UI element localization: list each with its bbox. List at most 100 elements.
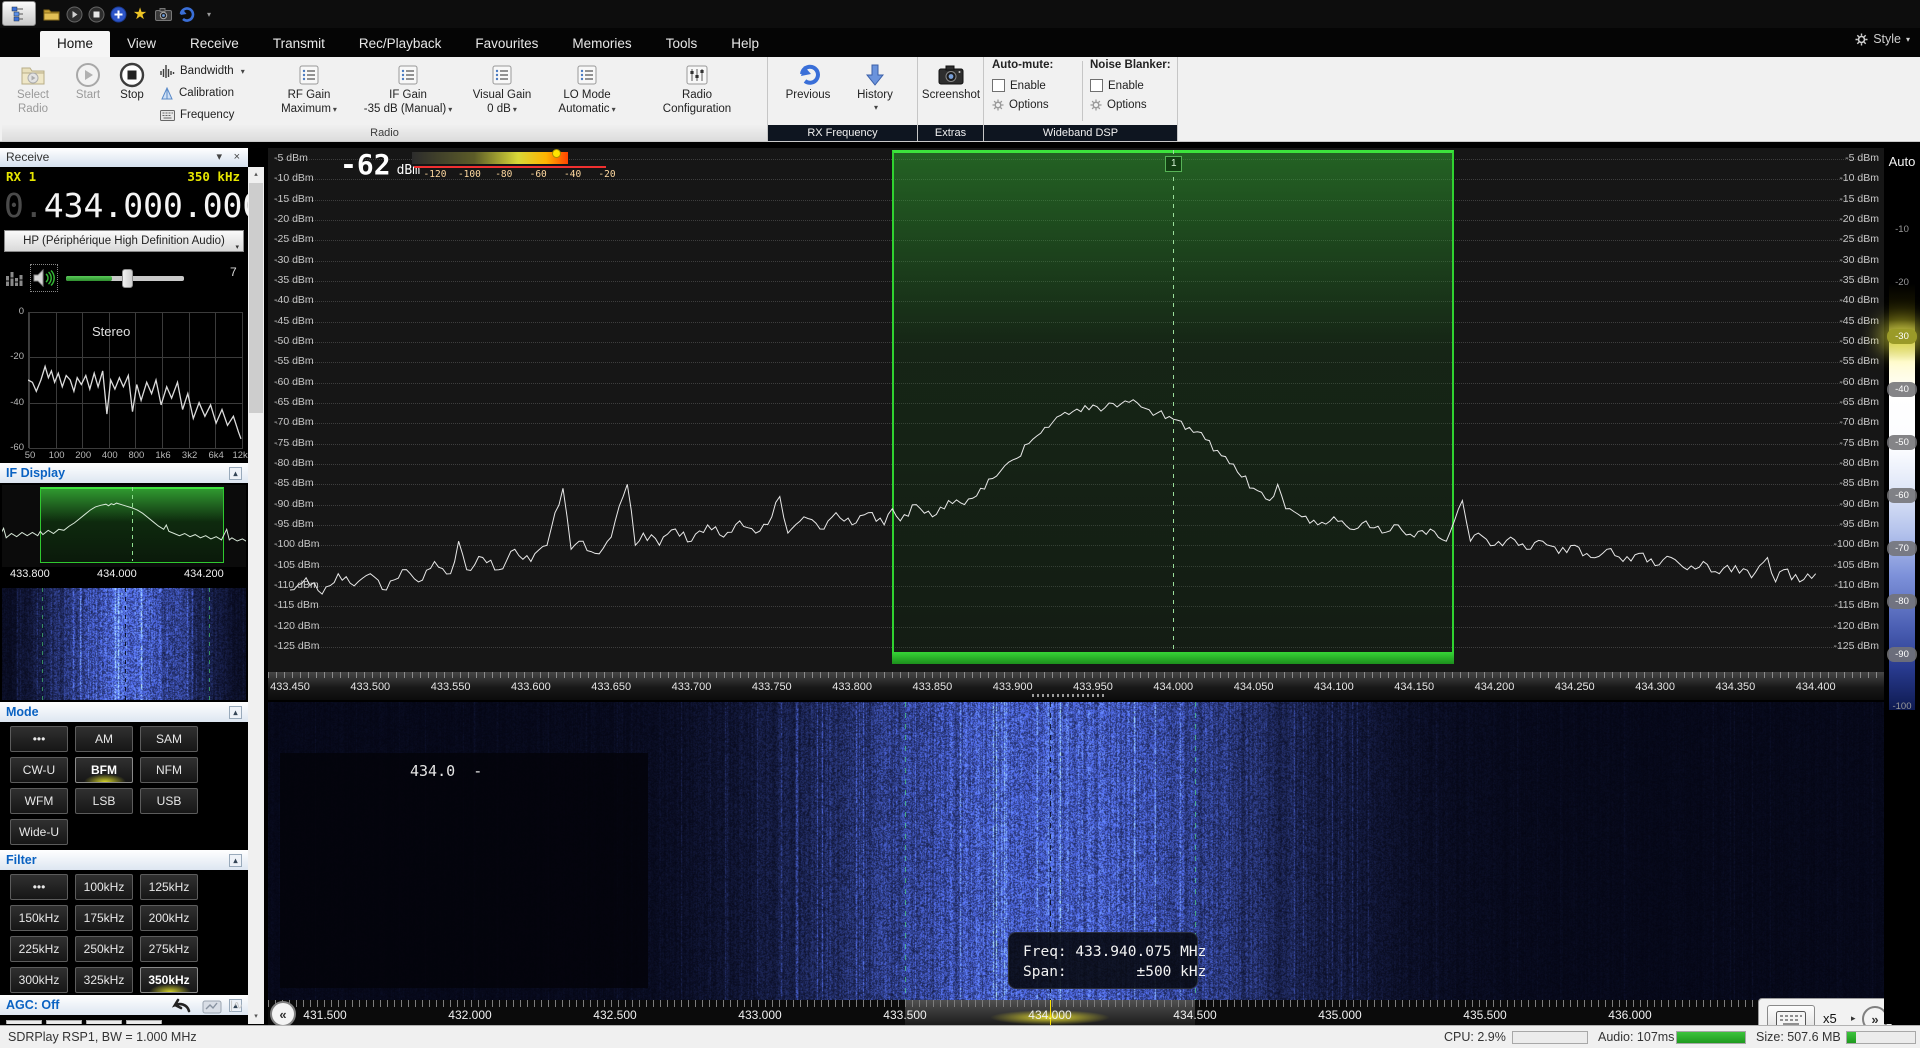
- scroll-down-icon[interactable]: ▾: [248, 1009, 264, 1024]
- bandwidth-button[interactable]: Bandwidth▾: [160, 61, 245, 81]
- add-icon[interactable]: [107, 4, 129, 24]
- camera-icon[interactable]: [152, 4, 174, 24]
- palette-label-m80[interactable]: -80: [1887, 594, 1917, 609]
- if-display-header[interactable]: IF Display ▴: [0, 463, 248, 483]
- filter-button-175khz[interactable]: 175kHz: [75, 905, 133, 931]
- favourite-star-icon[interactable]: ★: [129, 4, 151, 24]
- style-selector[interactable]: Style ▾: [1855, 32, 1910, 46]
- filter-button-100khz[interactable]: 100kHz: [75, 874, 133, 900]
- zoom-level-label[interactable]: x5: [1823, 1011, 1837, 1026]
- palette-label-m70[interactable]: -70: [1887, 541, 1917, 556]
- filter-button-125khz[interactable]: 125kHz: [140, 874, 198, 900]
- mode-button-am[interactable]: AM: [75, 726, 133, 752]
- waterfall-frequency-ruler[interactable]: 431.500432.000432.500433.000433.500434.0…: [268, 1000, 1884, 1025]
- filter-button-225khz[interactable]: 225kHz: [10, 936, 68, 962]
- mode-button-sam[interactable]: SAM: [140, 726, 198, 752]
- tab-favourites[interactable]: Favourites: [458, 31, 555, 57]
- waterfall-display[interactable]: 434.0 - Freq: 433.940.075 MHzSpan: ±500 …: [268, 702, 1884, 1000]
- scroll-up-icon[interactable]: ▴: [248, 167, 264, 182]
- filter-button-350khz[interactable]: 350kHz: [140, 967, 198, 993]
- tab-rec-playback[interactable]: Rec/Playback: [342, 31, 459, 57]
- previous-button[interactable]: Previous: [776, 59, 840, 123]
- audio-device-dropdown[interactable]: HP (Périphérique High Definition Audio) …: [4, 230, 244, 252]
- zoom-caret-icon[interactable]: ▸: [1851, 1013, 1856, 1024]
- palette-label-m90[interactable]: -90: [1887, 647, 1917, 662]
- auto-mute-options-button[interactable]: Options: [992, 95, 1078, 114]
- undo-icon[interactable]: [175, 4, 197, 24]
- tab-memories[interactable]: Memories: [555, 31, 648, 57]
- agc-tool-icon[interactable]: [202, 1000, 222, 1014]
- spectrum-display[interactable]: -5 dBm-5 dBm-10 dBm-10 dBm-15 dBm-15 dBm…: [268, 148, 1884, 672]
- filter-button-250khz[interactable]: 250kHz: [75, 936, 133, 962]
- palette-label-m60[interactable]: -60: [1887, 488, 1917, 503]
- rf-gain-button[interactable]: RF Gain Maximum▾: [262, 59, 356, 123]
- tab-tools[interactable]: Tools: [649, 31, 715, 57]
- screenshot-button[interactable]: Screenshot: [920, 59, 982, 123]
- panel-scrollbar[interactable]: ▴ ▾: [248, 167, 264, 1024]
- agc-button-slow[interactable]: Slow: [126, 1020, 162, 1024]
- auto-mute-enable-checkbox[interactable]: Enable: [992, 76, 1078, 95]
- filter-header[interactable]: Filter ▴: [0, 850, 248, 870]
- agc-button-fast[interactable]: Fast: [46, 1020, 82, 1024]
- volume-slider[interactable]: [66, 276, 184, 281]
- receive-panel-header[interactable]: Receive ▾ ×: [0, 148, 248, 167]
- tab-view[interactable]: View: [110, 31, 173, 57]
- mode-button-[interactable]: •••: [10, 726, 68, 752]
- panel-close-icon[interactable]: ×: [234, 148, 240, 167]
- open-folder-icon[interactable]: [40, 4, 62, 24]
- panel-menu-icon[interactable]: ▾: [216, 148, 222, 167]
- stop-icon[interactable]: [85, 4, 107, 24]
- filter-button-150khz[interactable]: 150kHz: [10, 905, 68, 931]
- mode-button-wfm[interactable]: WFM: [10, 788, 68, 814]
- collapse-icon[interactable]: ▴: [229, 467, 242, 480]
- mute-speaker-button[interactable]: [30, 264, 58, 292]
- equalizer-icon[interactable]: [6, 266, 26, 288]
- filter-button-275khz[interactable]: 275kHz: [140, 936, 198, 962]
- mode-button-bfm[interactable]: BFM: [75, 757, 133, 783]
- collapse-icon[interactable]: ▴: [229, 854, 242, 867]
- app-menu-button[interactable]: [2, 1, 36, 26]
- mode-button-nfm[interactable]: NFM: [140, 757, 198, 783]
- calibration-button[interactable]: Calibration: [160, 83, 234, 103]
- filter-button-200khz[interactable]: 200kHz: [140, 905, 198, 931]
- filter-button-300khz[interactable]: 300kHz: [10, 967, 68, 993]
- noise-blanker-enable-checkbox[interactable]: Enable: [1090, 76, 1176, 95]
- scroll-left-button[interactable]: «: [270, 1001, 296, 1027]
- collapse-icon[interactable]: ▴: [229, 706, 242, 719]
- tab-transmit[interactable]: Transmit: [256, 31, 342, 57]
- volume-slider-thumb[interactable]: [122, 269, 133, 288]
- select-radio-button[interactable]: Select Radio: [6, 59, 60, 123]
- palette-label-m30[interactable]: -30: [1887, 329, 1917, 344]
- tab-help[interactable]: Help: [714, 31, 776, 57]
- frequency-button[interactable]: Frequency: [160, 105, 234, 125]
- filter-button-325khz[interactable]: 325kHz: [75, 967, 133, 993]
- palette-auto-label[interactable]: Auto: [1884, 154, 1920, 169]
- tab-home[interactable]: Home: [40, 31, 110, 57]
- agc-button-off[interactable]: Off: [6, 1020, 42, 1024]
- agc-marker-icon[interactable]: |∿: [230, 998, 243, 1012]
- mode-header[interactable]: Mode ▴: [0, 702, 248, 722]
- radio-configuration-button[interactable]: Radio Configuration: [630, 59, 764, 123]
- ruler-drag-handle[interactable]: [1032, 694, 1104, 697]
- tab-receive[interactable]: Receive: [173, 31, 256, 57]
- noise-blanker-options-button[interactable]: Options: [1090, 95, 1176, 114]
- lo-mode-button[interactable]: LO Mode Automatic▾: [548, 59, 626, 123]
- frequency-display[interactable]: 0.434.000.000: [4, 186, 248, 224]
- palette-label-m50[interactable]: -50: [1887, 435, 1917, 450]
- history-button[interactable]: History ▾: [844, 59, 906, 123]
- palette-gradient-bar[interactable]: [1889, 190, 1915, 710]
- qat-more-icon[interactable]: ▾: [198, 4, 220, 24]
- mode-button-cwu[interactable]: CW-U: [10, 757, 68, 783]
- stop-button[interactable]: Stop: [110, 59, 154, 123]
- start-button[interactable]: Start: [66, 59, 110, 123]
- agc-undo-icon[interactable]: [170, 998, 192, 1014]
- if-display-plot[interactable]: [2, 485, 246, 567]
- scrollbar-thumb[interactable]: [249, 183, 263, 413]
- mode-button-lsb[interactable]: LSB: [75, 788, 133, 814]
- mode-button-wideu[interactable]: Wide-U: [10, 819, 68, 845]
- visual-gain-button[interactable]: Visual Gain 0 dB▾: [460, 59, 544, 123]
- filter-button-[interactable]: •••: [10, 874, 68, 900]
- agc-button-med[interactable]: Med: [86, 1020, 122, 1024]
- palette-label-m40[interactable]: -40: [1887, 382, 1917, 397]
- if-gain-button[interactable]: IF Gain -35 dB (Manual)▾: [358, 59, 458, 123]
